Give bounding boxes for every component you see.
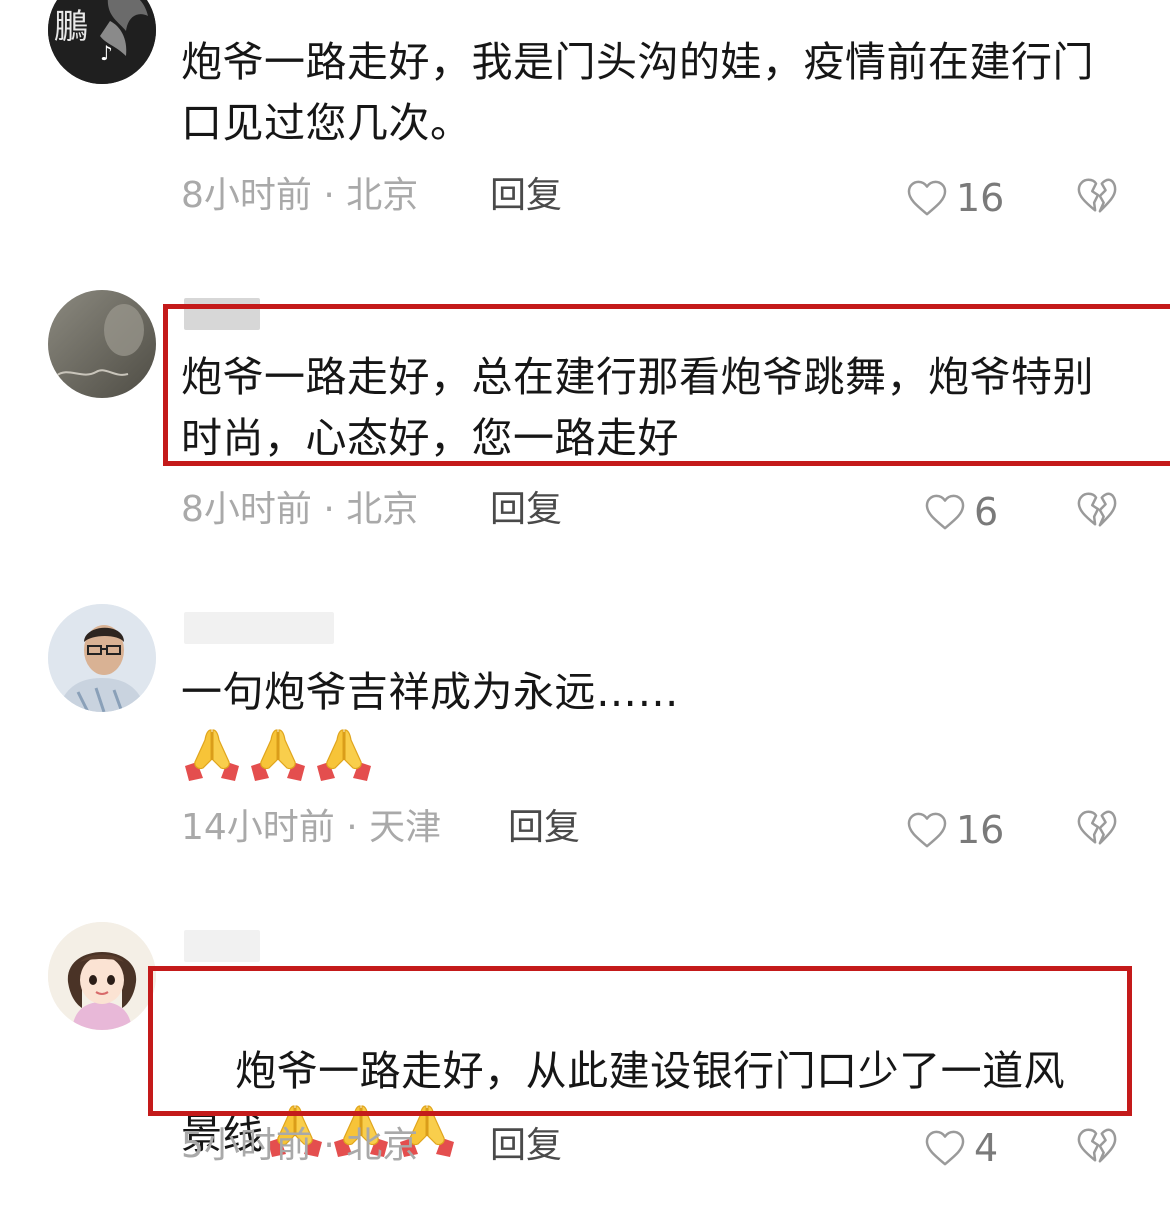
comment-location: 北京 [346,175,419,216]
reply-button[interactable]: 回复 [490,174,562,218]
folded-hands-icon [313,726,375,782]
meta-separator: · [311,489,347,530]
like-count: 16 [956,808,1005,852]
like-button[interactable]: 4 [924,1126,998,1170]
comment-meta: 8小时前 · 北京 [181,488,418,532]
reply-button[interactable]: 回复 [490,1124,562,1168]
comment-time: 8小时前 [181,489,312,530]
meta-separator: · [334,807,370,848]
comment-time: 5小时前 [181,1125,312,1166]
comment-text: 炮爷一路走好，从此建设银行门口少了一道风景线 [181,980,1101,1226]
svg-text:♪: ♪ [100,41,113,65]
dislike-button[interactable] [1076,490,1120,534]
broken-heart-icon [1076,176,1118,216]
heart-icon [906,811,948,849]
reply-button[interactable]: 回复 [490,488,562,532]
like-count: 16 [956,176,1005,220]
meta-separator: · [311,175,347,216]
username-blurred[interactable] [184,612,334,644]
emoji-row [181,726,375,782]
heart-icon [924,1129,966,1167]
comment-meta: 5小时前 · 北京 [181,1124,418,1168]
folded-hands-icon [181,726,243,782]
comment-time: 14小时前 [181,807,335,848]
comment-time: 8小时前 [181,175,312,216]
broken-heart-icon [1076,808,1118,848]
heart-icon [924,493,966,531]
avatar-dark-bird-icon[interactable]: 鵬 ♪ [48,0,156,84]
broken-heart-icon [1076,1126,1118,1166]
comment-text: 炮爷一路走好，总在建行那看炮爷跳舞，炮爷特别时尚，心态好，您一路走好 [181,353,1094,462]
avatar-man-glasses-icon[interactable] [48,604,156,712]
like-count: 6 [974,490,999,534]
heart-icon [906,179,948,217]
like-button[interactable]: 6 [924,490,998,534]
meta-separator: · [311,1125,347,1166]
comment-text: 炮爷一路走好，我是门头沟的娃，疫情前在建行门口见过您几次。 [181,38,1094,147]
like-button[interactable]: 16 [906,808,1004,852]
comment-meta: 8小时前 · 北京 [181,174,418,218]
comment-location: 北京 [346,489,419,530]
avatar-cartoon-girl-icon[interactable] [48,922,156,1030]
dislike-button[interactable] [1076,176,1120,220]
comment-location: 北京 [346,1125,419,1166]
like-button[interactable]: 16 [906,176,1004,220]
like-count: 4 [974,1126,999,1170]
username-blurred[interactable] [184,930,260,962]
comment-text: 一句炮爷吉祥成为永远…… [181,668,679,716]
comment-meta: 14小时前 · 天津 [181,806,441,850]
comment-location: 天津 [369,807,442,848]
folded-hands-icon [247,726,309,782]
broken-heart-icon [1076,490,1118,530]
dislike-button[interactable] [1076,1126,1120,1170]
dislike-button[interactable] [1076,808,1120,852]
reply-button[interactable]: 回复 [508,806,580,850]
svg-text:鵬: 鵬 [54,7,88,47]
avatar-gray-photo-icon[interactable] [48,290,156,398]
username-blurred[interactable] [184,298,260,330]
